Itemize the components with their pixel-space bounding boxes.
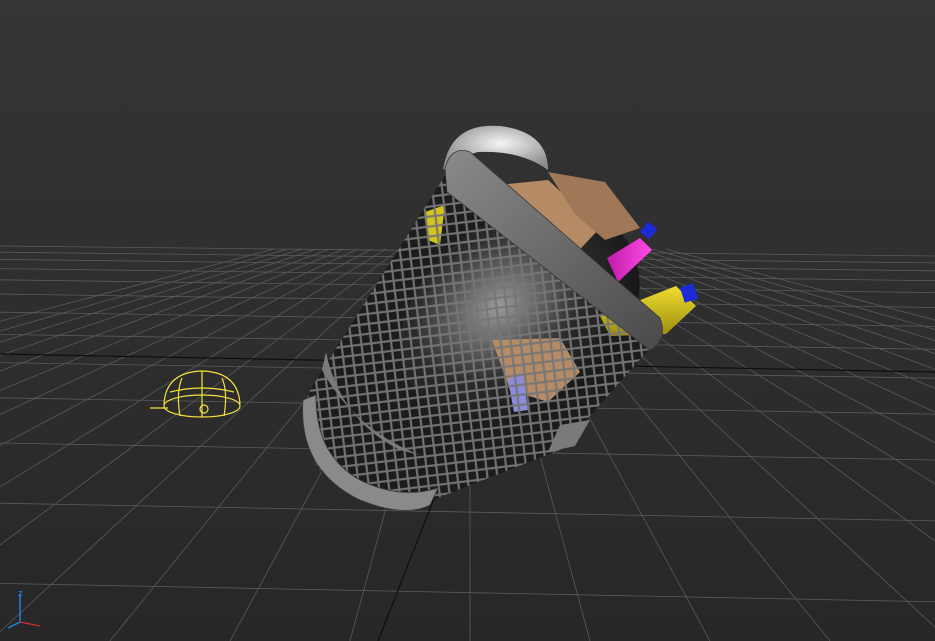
viewport-scene[interactable]: z [0, 0, 935, 641]
gizmo-z-label: z [18, 589, 23, 599]
3d-viewport[interactable]: z [0, 0, 935, 641]
